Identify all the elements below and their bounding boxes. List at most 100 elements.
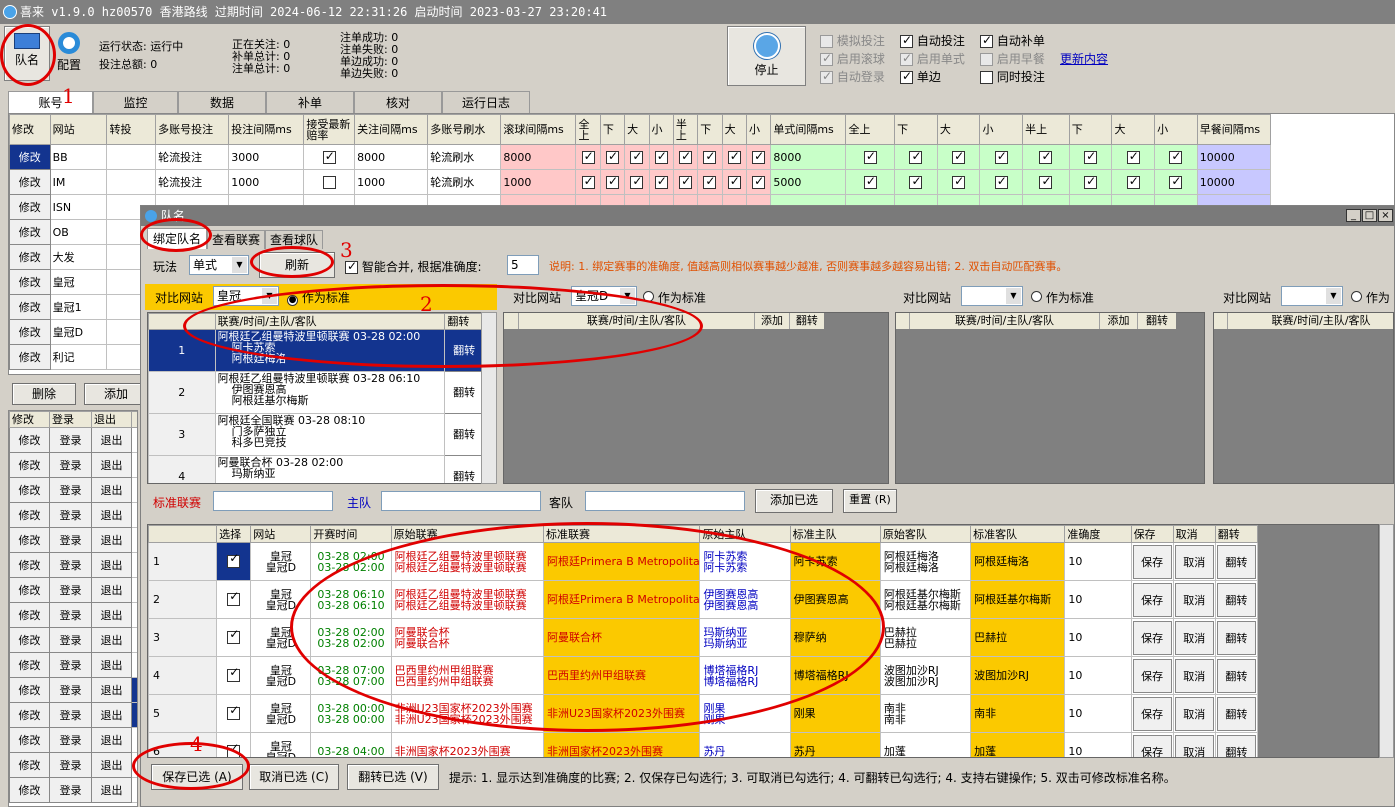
checkbox[interactable] xyxy=(1039,149,1053,164)
checkbox[interactable] xyxy=(863,149,877,164)
edit-button[interactable]: 修改 xyxy=(9,777,50,803)
flip-button[interactable]: 翻转 xyxy=(1216,620,1256,655)
edit-button[interactable]: 修改 xyxy=(9,219,51,245)
flip-button[interactable]: 翻转 xyxy=(1216,544,1256,579)
login-button[interactable]: 登录 xyxy=(49,627,92,653)
checkbox[interactable] xyxy=(1039,174,1053,189)
edit-button[interactable]: 修改 xyxy=(9,294,51,320)
login-button[interactable]: 登录 xyxy=(49,702,92,728)
checkbox[interactable] xyxy=(752,149,766,164)
checkbox[interactable] xyxy=(1126,149,1140,164)
save-button[interactable]: 保存 xyxy=(1132,620,1172,655)
config-button[interactable]: 配置 xyxy=(52,26,86,81)
stop-button[interactable]: 停止 xyxy=(727,26,806,86)
cancel-selected-button[interactable]: 取消已选 (C) xyxy=(249,764,339,790)
edit-button[interactable]: 修改 xyxy=(9,727,50,753)
cancel-button[interactable]: 取消 xyxy=(1174,544,1214,579)
checkbox[interactable] xyxy=(1169,149,1183,164)
compare-site-select-4[interactable]: ▼ xyxy=(1281,286,1343,306)
option-auto-login[interactable]: 自动登录 xyxy=(820,68,885,85)
edit-button[interactable]: 修改 xyxy=(9,344,51,370)
away-input[interactable] xyxy=(585,491,745,511)
close-icon[interactable]: × xyxy=(1378,209,1393,222)
checkbox[interactable] xyxy=(909,174,923,189)
flip-button[interactable]: 翻转 xyxy=(1216,696,1256,731)
checkbox[interactable] xyxy=(679,149,693,164)
match-list-row[interactable]: 2 阿根廷乙组曼特波里顿联赛 03-28 06:10 伊图赛恩高 阿根廷基尔梅斯 翻转 xyxy=(148,371,484,414)
option-single-side[interactable]: 单边 xyxy=(900,68,941,85)
compare-site-select-3[interactable]: ▼ xyxy=(961,286,1023,306)
edit-button[interactable]: 修改 xyxy=(9,477,50,503)
bind-row[interactable]: 6皇冠皇冠D03-28 04:00非洲国家杯2023外围赛非洲国家杯2023外围… xyxy=(148,732,1259,757)
edit-button[interactable]: 修改 xyxy=(9,752,50,778)
checkbox[interactable] xyxy=(1084,174,1098,189)
std-league-input[interactable] xyxy=(213,491,333,511)
login-button[interactable]: 登录 xyxy=(49,602,92,628)
login-button[interactable]: 登录 xyxy=(49,527,92,553)
cancel-button[interactable]: 取消 xyxy=(1174,658,1214,693)
checkbox[interactable] xyxy=(654,149,668,164)
logout-button[interactable]: 退出 xyxy=(91,752,132,778)
edit-button[interactable]: 修改 xyxy=(9,502,50,528)
edit-button[interactable]: 修改 xyxy=(9,627,50,653)
logout-button[interactable]: 退出 xyxy=(91,777,132,803)
checkbox[interactable] xyxy=(227,591,241,606)
option-sim-bet[interactable]: 模拟投注 xyxy=(820,32,885,49)
save-button[interactable]: 保存 xyxy=(1132,582,1172,617)
login-button[interactable]: 登录 xyxy=(49,727,92,753)
logout-button[interactable]: 退出 xyxy=(91,627,132,653)
update-link[interactable]: 更新内容 xyxy=(1060,50,1108,67)
login-button[interactable]: 登录 xyxy=(49,752,92,778)
flip-button[interactable]: 翻转 xyxy=(1216,582,1256,617)
maximize-icon[interactable]: □ xyxy=(1362,209,1377,222)
checkbox[interactable] xyxy=(727,149,741,164)
edit-button[interactable]: 修改 xyxy=(9,527,50,553)
checkbox[interactable] xyxy=(1084,149,1098,164)
tab-view-league[interactable]: 查看联赛 xyxy=(207,230,265,249)
cancel-button[interactable]: 取消 xyxy=(1174,582,1214,617)
logout-button[interactable]: 退出 xyxy=(91,502,132,528)
option-sync-bet[interactable]: 同时投注 xyxy=(980,68,1045,85)
checkbox[interactable] xyxy=(952,149,966,164)
checkbox[interactable] xyxy=(952,174,966,189)
tab-supplement[interactable]: 补单 xyxy=(266,91,354,113)
edit-button[interactable]: 修改 xyxy=(9,552,50,578)
checkbox[interactable] xyxy=(1169,174,1183,189)
login-button[interactable]: 登录 xyxy=(49,502,92,528)
match-list-row[interactable]: 4 阿曼联合杯 03-28 02:00 玛斯纳亚 翻转 xyxy=(148,455,484,483)
login-button[interactable]: 登录 xyxy=(49,677,92,703)
logout-button[interactable]: 退出 xyxy=(91,552,132,578)
option-auto-bet[interactable]: 自动投注 xyxy=(900,32,965,49)
delete-button[interactable]: 删除 xyxy=(12,383,76,405)
checkbox[interactable] xyxy=(1126,174,1140,189)
checkbox[interactable] xyxy=(605,174,619,189)
logout-button[interactable]: 退出 xyxy=(91,727,132,753)
smart-merge-checkbox[interactable]: 智能合并, 根据准确度: xyxy=(345,258,482,275)
checkbox[interactable] xyxy=(227,629,241,644)
checkbox[interactable] xyxy=(727,174,741,189)
tab-check[interactable]: 核对 xyxy=(354,91,442,113)
edit-button[interactable]: 修改 xyxy=(9,144,51,170)
login-button[interactable]: 登录 xyxy=(49,427,92,453)
logout-button[interactable]: 退出 xyxy=(91,702,132,728)
checkbox[interactable] xyxy=(994,149,1008,164)
logout-button[interactable]: 退出 xyxy=(91,527,132,553)
play-select[interactable]: 单式 ▼ xyxy=(189,255,249,275)
tab-account[interactable]: 账号 xyxy=(8,91,93,113)
cancel-button[interactable]: 取消 xyxy=(1174,696,1214,731)
checkbox[interactable] xyxy=(581,174,595,189)
flip-button[interactable]: 翻转 xyxy=(444,413,484,456)
checkbox[interactable] xyxy=(322,149,336,164)
option-enable-roll[interactable]: 启用滚球 xyxy=(820,50,885,67)
login-button[interactable]: 登录 xyxy=(49,552,92,578)
logout-button[interactable]: 退出 xyxy=(91,577,132,603)
checkbox[interactable] xyxy=(703,174,717,189)
option-enable-early[interactable]: 启用早餐 xyxy=(980,50,1045,67)
checkbox[interactable] xyxy=(227,553,241,568)
add-selected-button[interactable]: 添加已选 xyxy=(755,489,833,513)
match-list-row[interactable]: 3 阿根廷全国联赛 03-28 08:10 门多萨独立 科多巴竞技 翻转 xyxy=(148,413,484,456)
edit-button[interactable]: 修改 xyxy=(9,269,51,295)
save-button[interactable]: 保存 xyxy=(1132,544,1172,579)
checkbox[interactable] xyxy=(654,174,668,189)
as-standard-radio-4[interactable]: 作为 xyxy=(1351,289,1390,306)
